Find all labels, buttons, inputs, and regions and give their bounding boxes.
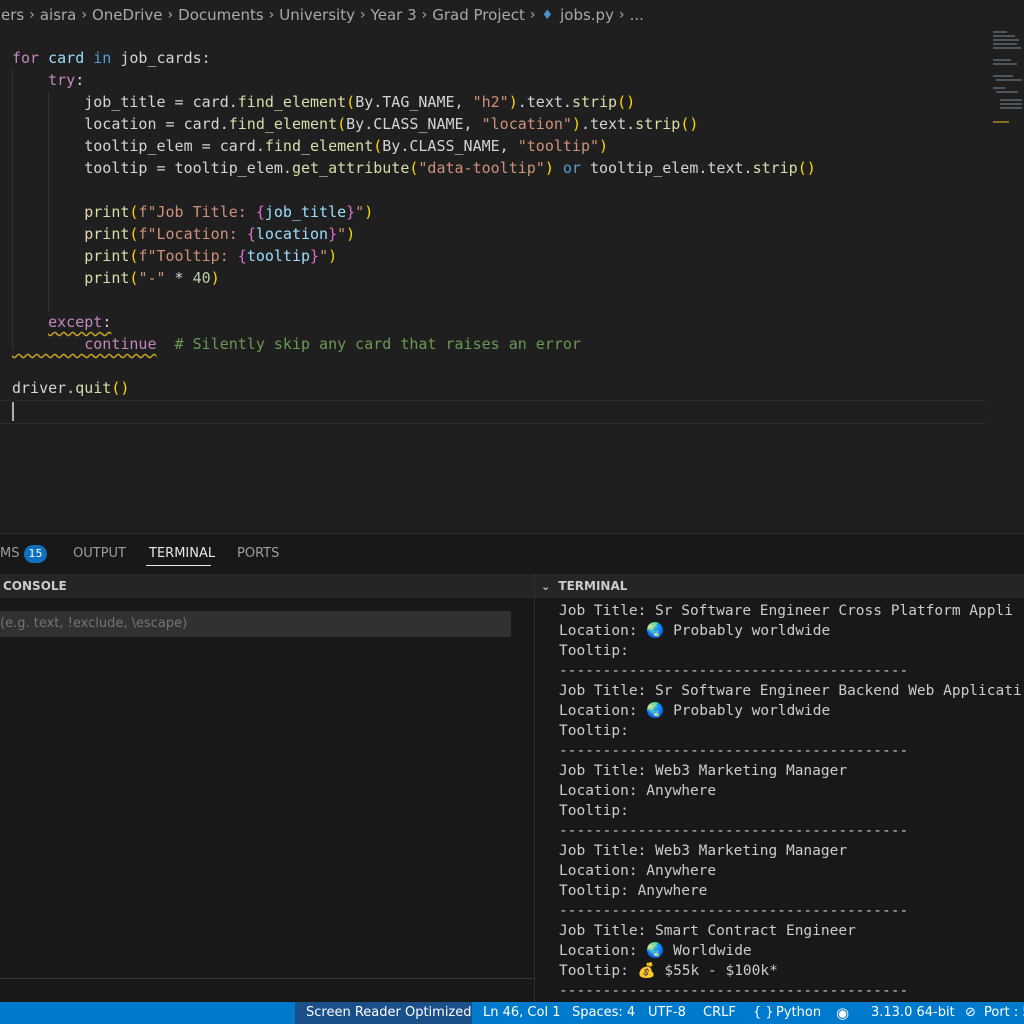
minimap-line xyxy=(993,39,1019,41)
code-line: driver.quit() xyxy=(12,379,130,397)
breadcrumb-item[interactable]: University xyxy=(278,6,356,24)
code-line: print(f"Location: {location}") xyxy=(84,225,356,243)
tab-terminal[interactable]: TERMINAL xyxy=(149,546,215,561)
port-forward-icon: ⊘ xyxy=(965,1005,976,1020)
braces-icon: { } xyxy=(753,1005,774,1020)
breadcrumb-item[interactable]: aisra xyxy=(39,6,78,24)
terminal-line: Location: 🌏 Probably worldwide xyxy=(559,623,831,639)
chevron-down-icon[interactable]: ⌄ xyxy=(535,580,550,593)
terminal-line: ---------------------------------------- xyxy=(559,743,909,759)
minimap-line xyxy=(993,87,1005,89)
breadcrumb-item[interactable]: Year 3 xyxy=(370,6,418,24)
code-line: except: xyxy=(48,313,112,331)
code-line: try: xyxy=(48,71,85,89)
code-line: tooltip = tooltip_elem.get_attribute("da… xyxy=(84,159,816,177)
minimap-line xyxy=(993,31,1007,33)
chevron-right-icon: › xyxy=(29,7,35,23)
chevron-right-icon: › xyxy=(529,7,536,23)
terminal-line: Location: 🌏 Worldwide xyxy=(559,943,752,959)
port-status[interactable]: Port : 5 xyxy=(984,1002,1024,1024)
console-header[interactable]: CONSOLE xyxy=(0,574,534,598)
console-title: CONSOLE xyxy=(3,579,67,593)
terminal-line: Job Title: Web3 Marketing Manager xyxy=(559,843,848,859)
minimap-line xyxy=(993,35,1015,37)
terminal-line: Location: Anywhere xyxy=(559,783,717,799)
python-interpreter[interactable]: 3.13.0 64-bit xyxy=(871,1002,955,1024)
terminal-line: Tooltip: xyxy=(559,723,629,739)
minimap-line xyxy=(993,43,1017,45)
breadcrumb-more[interactable]: ... xyxy=(629,6,645,24)
terminal-line: Job Title: Sr Software Engineer Cross Pl… xyxy=(559,603,1013,619)
minimap-line xyxy=(993,75,1013,77)
terminal-line: Tooltip: Anywhere xyxy=(559,883,708,899)
code-line: print(f"Job Title: {job_title}") xyxy=(84,203,374,221)
minimap[interactable] xyxy=(992,30,1024,130)
terminal-title: TERMINAL xyxy=(558,579,628,593)
text-cursor xyxy=(12,402,14,421)
terminal-line: ---------------------------------------- xyxy=(559,983,909,999)
code-editor[interactable]: for card in job_cards: try: job_title = … xyxy=(0,30,1024,533)
language-mode[interactable]: Python xyxy=(776,1002,821,1024)
minimap-line xyxy=(993,121,1009,123)
terminal-line: Tooltip: xyxy=(559,643,629,659)
python-file-icon: ♦ xyxy=(541,7,554,23)
chevron-right-icon: › xyxy=(167,7,174,23)
terminal-line: Job Title: Smart Contract Engineer xyxy=(559,923,856,939)
debug-console-pane: CONSOLE xyxy=(0,574,534,1002)
breadcrumb-item[interactable]: Documents xyxy=(177,6,265,24)
screen-reader-status[interactable]: Screen Reader Optimized xyxy=(295,1002,472,1024)
code-line: print(f"Tooltip: {tooltip}") xyxy=(84,247,338,265)
console-filter-input[interactable] xyxy=(0,611,511,637)
chevron-right-icon: › xyxy=(359,7,366,23)
breadcrumb-item[interactable]: Grad Project xyxy=(431,6,526,24)
status-bar: Screen Reader Optimized Ln 46, Col 1 Spa… xyxy=(0,1002,1024,1024)
problems-count-badge: 15 xyxy=(24,545,47,563)
terminal-line: ---------------------------------------- xyxy=(559,823,909,839)
terminal-line: Job Title: Web3 Marketing Manager xyxy=(559,763,848,779)
minimap-line xyxy=(1000,103,1022,105)
chevron-right-icon: › xyxy=(618,7,625,23)
divider xyxy=(0,978,534,979)
code-line: tooltip_elem = card.find_element(By.CLAS… xyxy=(84,137,609,155)
tab-ports[interactable]: PORTS xyxy=(237,546,279,561)
terminal-line: ---------------------------------------- xyxy=(559,663,909,679)
cursor-position[interactable]: Ln 46, Col 1 xyxy=(483,1002,560,1024)
eol-status[interactable]: CRLF xyxy=(703,1002,736,1024)
chevron-right-icon: › xyxy=(81,7,87,23)
tab-problems[interactable]: MS xyxy=(0,546,19,561)
terminal-header[interactable]: ⌄ TERMINAL xyxy=(535,574,1024,598)
minimap-line xyxy=(993,63,1017,65)
active-tab-indicator xyxy=(146,565,211,566)
breadcrumb-file[interactable]: jobs.py xyxy=(559,6,615,24)
terminal-line: Job Title: Sr Software Engineer Backend … xyxy=(559,683,1022,699)
code-line: job_title = card.find_element(By.TAG_NAM… xyxy=(84,93,636,111)
current-line-highlight xyxy=(0,400,988,424)
code-line: continue # Silently skip any card that r… xyxy=(84,335,581,353)
minimap-line xyxy=(993,59,1011,61)
minimap-line xyxy=(996,79,1022,81)
terminal-line: Location: 🌏 Probably worldwide xyxy=(559,703,831,719)
terminal-line: Tooltip: xyxy=(559,803,629,819)
chevron-right-icon: › xyxy=(421,7,428,23)
terminal-pane[interactable]: ⌄ TERMINAL Job Title: Sr Software Engine… xyxy=(535,574,1024,1002)
minimap-line xyxy=(1000,99,1022,101)
terminal-line: ---------------------------------------- xyxy=(559,903,909,919)
minimap-line xyxy=(996,91,1018,93)
copilot-icon[interactable]: ◉ xyxy=(836,1002,849,1024)
indentation-status[interactable]: Spaces: 4 xyxy=(572,1002,635,1024)
encoding-status[interactable]: UTF-8 xyxy=(648,1002,686,1024)
code-line: for card in job_cards: xyxy=(12,49,211,67)
breadcrumb-item[interactable]: ers xyxy=(0,6,25,24)
terminal-line: Location: Anywhere xyxy=(559,863,717,879)
minimap-line xyxy=(1000,107,1022,109)
tab-output[interactable]: OUTPUT xyxy=(73,546,126,561)
terminal-line: Tooltip: 💰 $55k - $100k* xyxy=(559,963,778,979)
minimap-line xyxy=(993,47,1021,49)
code-line: print("-" * 40) xyxy=(84,269,220,287)
breadcrumb-item[interactable]: OneDrive xyxy=(91,6,164,24)
breadcrumb: ers › aisra › OneDrive › Documents › Uni… xyxy=(0,0,1024,30)
chevron-right-icon: › xyxy=(268,7,275,23)
panel-tab-bar: MS 15 OUTPUT TERMINAL PORTS xyxy=(0,533,1024,575)
code-line: location = card.find_element(By.CLASS_NA… xyxy=(84,115,699,133)
